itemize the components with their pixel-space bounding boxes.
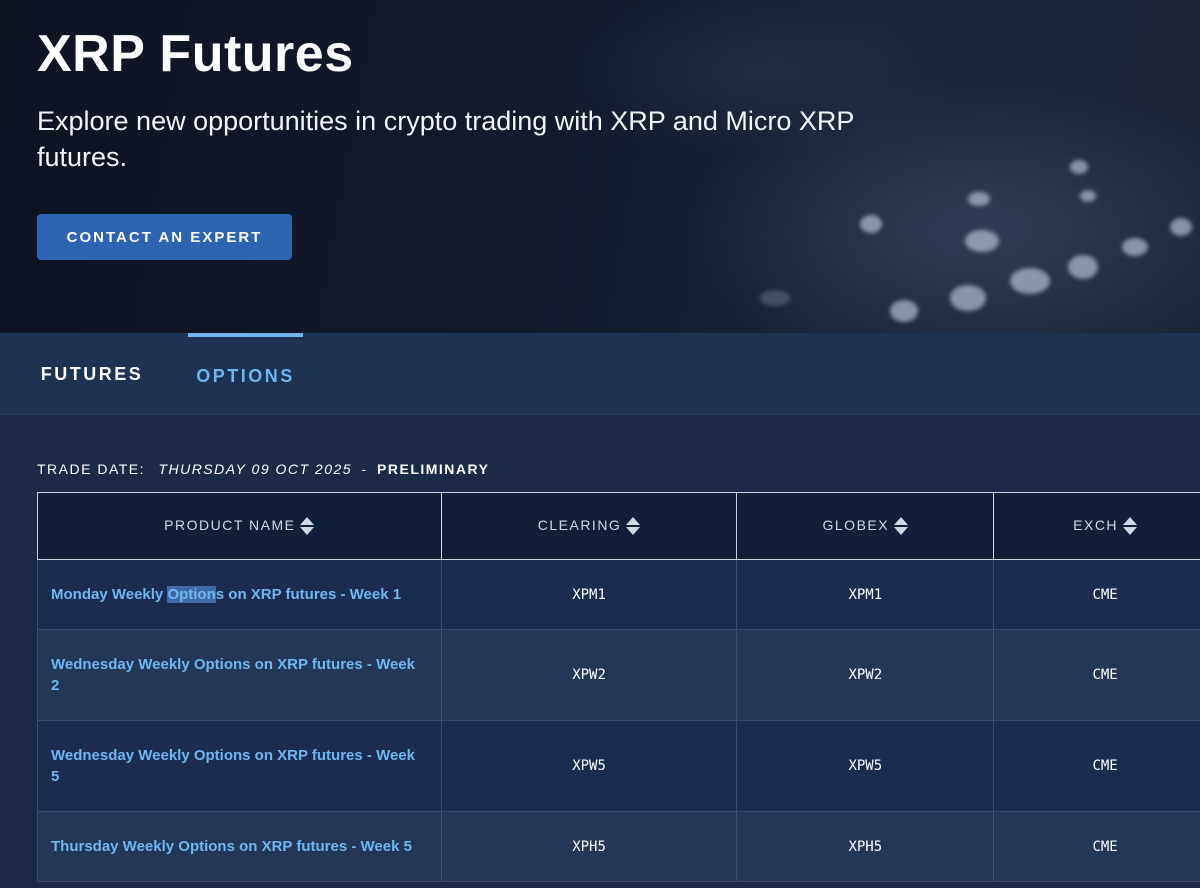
hero-banner: XRP Futures Explore new opportunities in…	[0, 0, 1200, 333]
product-name-link[interactable]: Wednesday Weekly Options on XRP futures …	[37, 629, 442, 721]
text-selection: Option	[167, 586, 216, 603]
bokeh-light	[860, 215, 882, 233]
bokeh-light	[1010, 268, 1050, 294]
column-header-globex[interactable]: GLOBEX	[736, 492, 995, 560]
page-subtitle: Explore new opportunities in crypto trad…	[37, 106, 854, 172]
trade-date-separator: -	[361, 461, 368, 477]
contact-expert-button[interactable]: CONTACT AN EXPERT	[37, 214, 292, 260]
exchange-code: CME	[993, 720, 1200, 812]
sort-icon	[300, 517, 315, 536]
trade-date-value: THURSDAY 09 OCT 2025	[158, 461, 353, 477]
bokeh-light	[890, 300, 918, 322]
globex-code: XPW2	[736, 629, 995, 721]
table-row: Wednesday Weekly Options on XRP futures …	[37, 629, 1200, 721]
bokeh-light	[968, 192, 990, 206]
bokeh-light	[1070, 160, 1088, 174]
sort-icon	[1123, 517, 1138, 536]
table-row: Thursday Weekly Options on XRP futures -…	[37, 811, 1200, 882]
clearing-code: XPM1	[440, 559, 738, 630]
column-header-product-name[interactable]: PRODUCT NAME	[37, 492, 442, 560]
exchange-code: CME	[993, 629, 1200, 721]
product-name-link[interactable]: Wednesday Weekly Options on XRP futures …	[37, 720, 442, 812]
globex-code: XPH5	[736, 811, 995, 882]
trade-date: TRADE DATE: THURSDAY 09 OCT 2025 - PRELI…	[37, 461, 489, 477]
options-panel: TRADE DATE: THURSDAY 09 OCT 2025 - PRELI…	[0, 416, 1200, 888]
options-table: PRODUCT NAME CLEARING GLOBEX EXCH Monday…	[37, 492, 1200, 882]
product-name-text: s on XRP futures - Week 1	[215, 586, 402, 603]
sort-icon	[626, 517, 641, 536]
exchange-code: CME	[993, 811, 1200, 882]
page-title: XRP Futures	[37, 25, 354, 83]
column-header-exch[interactable]: EXCH	[993, 492, 1200, 560]
bokeh-light	[1080, 190, 1096, 202]
clearing-code: XPW2	[440, 629, 738, 721]
product-name-link[interactable]: Thursday Weekly Options on XRP futures -…	[37, 811, 442, 882]
column-header-label: EXCH	[1073, 516, 1119, 533]
column-header-clearing[interactable]: CLEARING	[440, 492, 738, 560]
table-row: Wednesday Weekly Options on XRP futures …	[37, 720, 1200, 812]
tab-options[interactable]: OPTIONS	[188, 333, 303, 415]
bokeh-light	[950, 285, 986, 311]
globex-code: XPW5	[736, 720, 995, 812]
bokeh-light	[1122, 238, 1148, 256]
exchange-code: CME	[993, 559, 1200, 630]
tab-futures[interactable]: FUTURES	[37, 333, 147, 415]
table-row: Monday Weekly Options on XRP futures - W…	[37, 559, 1200, 630]
product-name-text: Monday Weekly	[51, 586, 168, 603]
bokeh-light	[1068, 255, 1098, 279]
column-header-label: GLOBEX	[822, 516, 890, 533]
sort-icon	[894, 517, 909, 536]
clearing-code: XPW5	[440, 720, 738, 812]
globex-code: XPM1	[736, 559, 995, 630]
column-header-label: PRODUCT NAME	[164, 516, 296, 533]
product-tabs: FUTURES OPTIONS	[0, 333, 1200, 415]
table-header-row: PRODUCT NAME CLEARING GLOBEX EXCH	[37, 492, 1200, 560]
bokeh-light	[760, 290, 790, 306]
bokeh-light	[965, 230, 999, 252]
product-name-link[interactable]: Monday Weekly Options on XRP futures - W…	[37, 559, 442, 630]
bokeh-light	[1170, 218, 1192, 236]
column-header-label: CLEARING	[537, 516, 622, 533]
trade-date-status: PRELIMINARY	[377, 461, 490, 477]
clearing-code: XPH5	[440, 811, 738, 882]
trade-date-label: TRADE DATE:	[37, 461, 146, 477]
